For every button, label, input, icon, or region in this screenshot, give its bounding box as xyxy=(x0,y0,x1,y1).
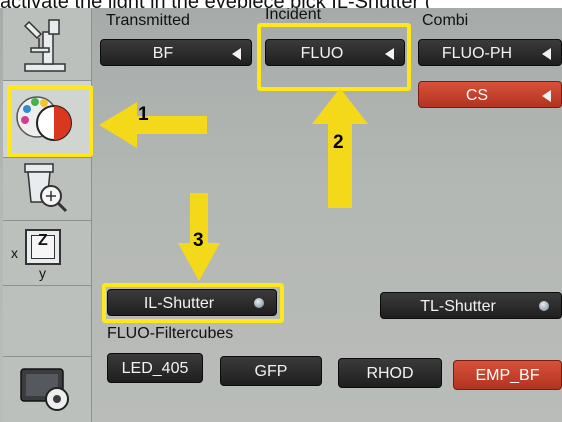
arrow-3-number: 3 xyxy=(193,230,204,251)
highlight-il-shutter xyxy=(102,283,284,323)
highlight-fluo-button xyxy=(257,23,411,91)
filtercube-button-emp-bf[interactable]: EMP_BF xyxy=(453,360,562,390)
sidebar: Z x y xyxy=(3,8,92,422)
triangle-left-icon xyxy=(232,48,241,60)
filtercube-button-gfp[interactable]: GFP xyxy=(220,356,322,386)
sidebar-item-empty xyxy=(3,286,91,357)
transmitted-select-button[interactable]: BF xyxy=(100,39,252,66)
combi-value: FLUO-PH xyxy=(441,45,513,62)
cs-button[interactable]: CS xyxy=(418,81,562,108)
incident-label: Incident xyxy=(265,8,322,23)
filtercubes-label: FLUO-Filtercubes xyxy=(107,325,234,342)
z-axis-label: Z xyxy=(38,232,48,249)
arrow-2-number: 2 xyxy=(333,132,344,153)
combi-label: Combi xyxy=(422,12,469,29)
tl-shutter-button[interactable]: TL-Shutter xyxy=(380,292,562,319)
x-axis-label: x xyxy=(11,245,18,261)
shutter-indicator-icon xyxy=(539,301,549,311)
filtercube-button-rhod[interactable]: RHOD xyxy=(338,358,442,388)
y-axis-label: y xyxy=(39,265,46,281)
arrow-1-icon xyxy=(99,102,207,148)
sidebar-item-xyz[interactable]: Z x y xyxy=(3,221,91,286)
transmitted-value: BF xyxy=(152,45,174,62)
sidebar-item-microscope[interactable] xyxy=(3,8,91,81)
sidebar-item-settings[interactable] xyxy=(3,357,91,422)
cs-label: CS xyxy=(465,87,489,104)
combi-select-button[interactable]: FLUO-PH xyxy=(418,39,562,66)
microscope-touch-screen: Z x y Transmitted Incident Combi BF FLUO… xyxy=(0,8,562,422)
settings-monitor-icon xyxy=(20,368,69,411)
microscope-icon xyxy=(23,19,66,72)
filtercube-label: GFP xyxy=(254,363,288,380)
filtercube-button-led405[interactable]: LED_405 xyxy=(107,353,203,383)
filtercube-label: RHOD xyxy=(366,365,414,382)
highlight-contrast-icon xyxy=(7,85,93,157)
tl-shutter-label: TL-Shutter xyxy=(420,298,496,315)
transmitted-label: Transmitted xyxy=(106,12,190,29)
filtercube-label: LED_405 xyxy=(121,360,189,377)
arrow-1-number: 1 xyxy=(138,104,149,125)
sidebar-item-magnification[interactable] xyxy=(3,158,91,221)
triangle-left-icon xyxy=(542,90,551,102)
triangle-left-icon xyxy=(542,48,551,60)
xyz-stage-icon: Z x y xyxy=(11,227,83,283)
filtercube-label: EMP_BF xyxy=(475,367,540,384)
zoom-icon xyxy=(24,163,68,213)
